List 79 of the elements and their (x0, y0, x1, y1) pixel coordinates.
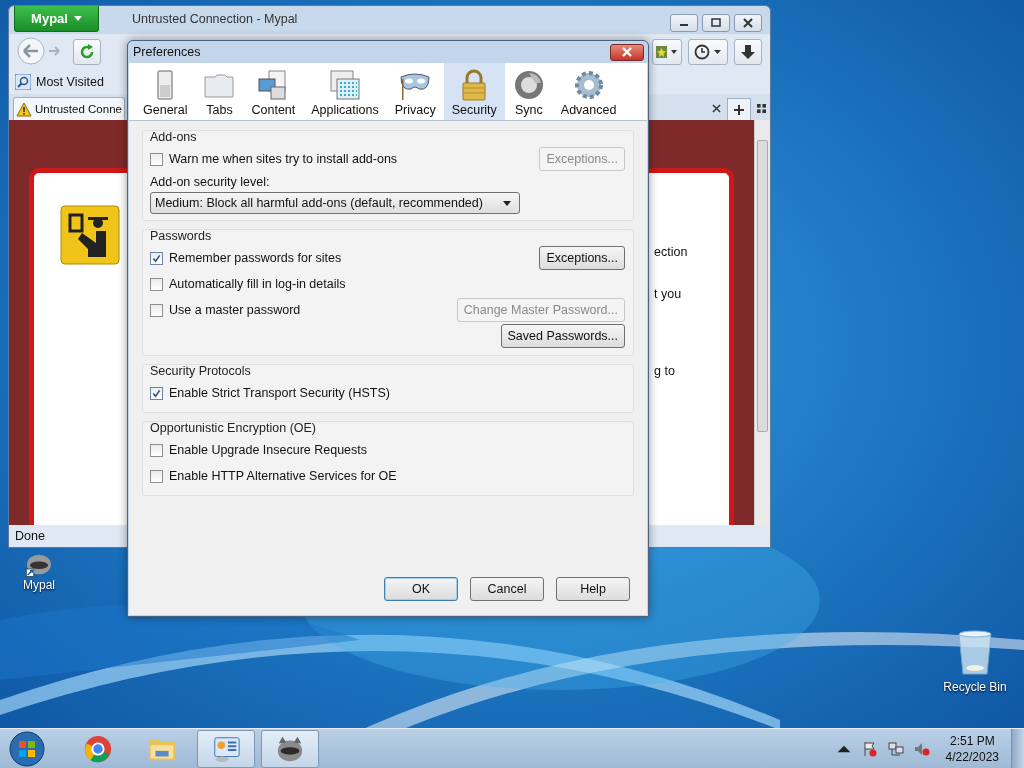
sync-icon (512, 69, 545, 101)
checkbox[interactable] (150, 251, 163, 265)
download-button[interactable] (734, 39, 762, 65)
bookmark-dropdown-button[interactable] (652, 39, 682, 65)
pane-tab[interactable]: Privacy (386, 63, 444, 120)
flag-icon[interactable] (861, 740, 878, 757)
minimize-button[interactable] (670, 14, 698, 32)
security-level-dropdown[interactable]: Medium: Block all harmful add-ons (default, recommended) (150, 192, 520, 214)
checkbox[interactable] (150, 443, 163, 457)
warning-icon (16, 101, 32, 117)
show-desktop-button[interactable] (1011, 728, 1024, 768)
reload-icon (79, 44, 95, 60)
checkbox[interactable] (150, 152, 163, 166)
checkbox-label[interactable]: Enable Upgrade Insecure Requests (169, 443, 368, 457)
maximize-icon (711, 18, 721, 28)
checkbox-label[interactable]: Remember passwords for sites (169, 251, 342, 265)
taskbar-app[interactable] (261, 729, 319, 768)
tab-grid-icon[interactable] (757, 104, 766, 113)
group-title: Passwords (150, 229, 212, 243)
group-title: Add-ons (150, 130, 197, 144)
pane-tab[interactable]: Content (243, 63, 304, 120)
group-title: Security Protocols (150, 364, 251, 378)
search-icon (15, 74, 31, 90)
browser-tab[interactable]: Untrusted Conne (13, 97, 125, 120)
checkbox[interactable] (150, 303, 163, 317)
checkbox-label[interactable]: Automatically fill in log-in details (169, 277, 346, 291)
caret-icon (73, 16, 82, 21)
chrome-icon (83, 733, 113, 764)
reload-button[interactable] (73, 39, 101, 65)
pane-tab[interactable]: Sync (504, 63, 553, 120)
checkbox[interactable] (150, 386, 163, 400)
star-icon (656, 46, 678, 58)
page-text: ection (654, 245, 688, 259)
desktop-icon-label[interactable]: Mypal (23, 578, 55, 592)
pane-tab[interactable]: Advanced (552, 63, 625, 120)
close-tab-icon[interactable] (712, 104, 721, 113)
checkbox-label[interactable]: Enable HTTP Alternative Services for OE (169, 469, 397, 483)
officer-icon (60, 205, 120, 265)
close-icon (743, 18, 753, 28)
maximize-button[interactable] (702, 14, 730, 32)
checkbox-label[interactable]: Enable Strict Transport Security (HSTS) (169, 386, 390, 400)
checkbox-label[interactable]: Use a master password (169, 303, 301, 317)
page-text: t you (654, 287, 683, 301)
recycle-bin-icon[interactable] (955, 630, 995, 676)
caret-icon (503, 200, 511, 206)
plus-icon (733, 103, 745, 116)
calendar-icon (328, 69, 361, 101)
dialog-button[interactable]: OK (384, 577, 458, 601)
history-button[interactable] (688, 39, 728, 65)
dialog-button[interactable]: Help (556, 577, 630, 601)
clock[interactable]: 2:51 PM 4/22/2023 (945, 732, 999, 765)
scrollbar[interactable] (754, 120, 770, 525)
dialog-button[interactable]: Cancel (470, 577, 544, 601)
start-button[interactable] (9, 730, 45, 767)
desktop-icon-label[interactable]: Recycle Bin (943, 680, 1007, 694)
bookmark-item[interactable]: Most Visited (15, 74, 104, 90)
checkbox[interactable] (150, 469, 163, 483)
pane-tab[interactable]: Applications (303, 63, 387, 120)
close-icon (622, 47, 632, 57)
dialog-button[interactable]: Exceptions... (539, 246, 625, 270)
group-title: Opportunistic Encryption (OE) (150, 421, 317, 435)
pane-tab[interactable]: Security (443, 63, 505, 120)
status-text: Done (15, 529, 45, 543)
window-title: Untrusted Connection - Mypal (132, 12, 298, 26)
download-icon (740, 44, 756, 60)
close-button[interactable] (734, 14, 762, 32)
new-tab-button[interactable] (727, 98, 751, 120)
dialog-button[interactable]: Saved Passwords... (500, 324, 625, 348)
clock-icon (694, 44, 722, 60)
checkbox[interactable] (150, 277, 163, 291)
pane-tab[interactable]: Tabs (195, 63, 244, 120)
network-icon[interactable] (887, 740, 904, 757)
field-label: Add-on security level: (150, 175, 270, 189)
gear-icon (572, 69, 605, 101)
pane-tab[interactable]: General (135, 63, 196, 120)
checkbox-label[interactable]: Warn me when sites try to install add-ons (169, 152, 398, 166)
dialog-title: Preferences (133, 45, 201, 59)
close-button[interactable] (610, 43, 644, 61)
page-text: g to (654, 364, 676, 378)
